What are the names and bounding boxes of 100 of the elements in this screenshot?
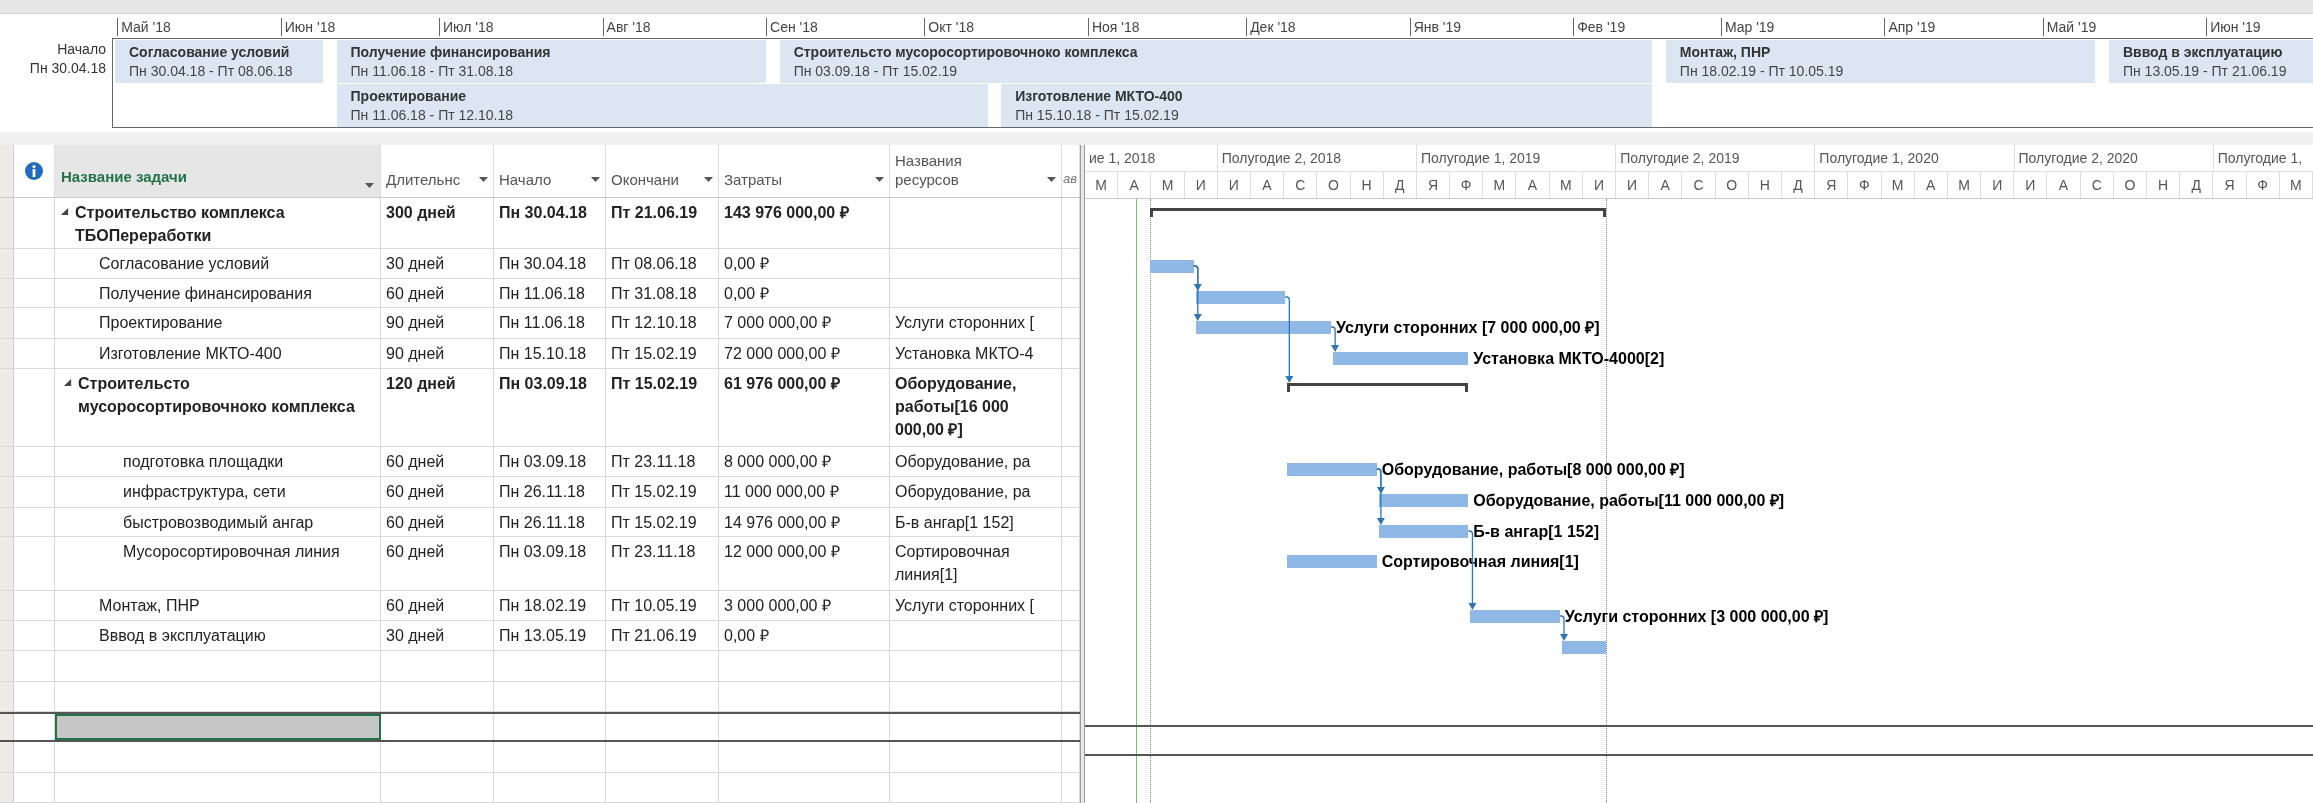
task-name[interactable]: Монтаж, ПНР — [99, 593, 200, 617]
dropdown-icon[interactable] — [1047, 176, 1056, 183]
month-label: Н — [1748, 171, 1782, 198]
month-label: А — [1118, 171, 1152, 198]
table-cell: Б-в ангар[1 152] — [890, 507, 1062, 536]
dropdown-icon[interactable] — [479, 176, 488, 183]
table-cell: Пн 03.09.18 — [494, 368, 606, 447]
month-label: О — [1317, 171, 1351, 198]
task-name[interactable]: Вввод в эксплуатацию — [99, 624, 266, 648]
table-row[interactable]: Монтаж, ПНР 60 дней Пн 18.02.19 Пт 10.05.19 3 000 000,00 ₽ Услуги сторонних [ — [0, 590, 1080, 622]
timeline-bar-title: Изготовление МКТО-400 — [1015, 86, 1184, 106]
task-name[interactable]: Строительсто мусоросортировочноко комплекса — [78, 371, 376, 418]
task-name[interactable]: Мусоросортировочная линия — [123, 540, 340, 563]
table-cell: Услуги сторонних [ — [890, 590, 1062, 621]
table-cell: Пн 18.02.19 — [494, 590, 606, 621]
column-header[interactable]: Начало — [494, 145, 606, 197]
table-cell: 7 000 000,00 ₽ — [719, 308, 890, 338]
table-cell: 61 976 000,00 ₽ — [719, 368, 890, 447]
task-name[interactable]: подготовка площадки — [123, 450, 284, 474]
table-cell: Пн 26.11.18 — [494, 477, 606, 507]
table-row[interactable]: Вввод в эксплуатацию 30 дней Пн 13.05.19 Пт 21.06.19 0,00 ₽ — [0, 621, 1080, 652]
dropdown-icon[interactable] — [365, 182, 374, 189]
month-label: И — [2014, 171, 2048, 198]
task-name[interactable]: Проектирование — [99, 311, 223, 335]
half-year-label: Полугодие 2, 2018 — [1217, 145, 1417, 171]
column-header[interactable]: Названия ресурсов — [890, 145, 1062, 197]
table-cell: 90 дней — [381, 308, 494, 338]
bar-label: Оборудование, работы[8 000 000,00 ₽] — [1381, 460, 1685, 480]
half-year-label: Полугодие 2, 2020 — [2014, 145, 2214, 171]
summary-bar[interactable] — [1150, 208, 1606, 217]
month-label: Д — [1383, 171, 1417, 198]
table-row[interactable]: подготовка площадки 60 дней Пн 03.09.18 Пт 23.11.18 8 000 000,00 ₽ Оборудование, ра — [0, 447, 1080, 478]
half-year-label: Полугодие 1, 2020 — [1815, 145, 2015, 171]
table-cell: 90 дней — [381, 338, 494, 368]
table-cell: Пн 15.10.18 — [494, 338, 606, 368]
task-name[interactable]: инфраструктура, сети — [123, 480, 286, 504]
task-bar[interactable] — [1195, 291, 1286, 304]
table-cell: Установка МКТО-4 — [890, 338, 1062, 368]
month-label: О — [1715, 171, 1749, 198]
dropdown-icon[interactable] — [591, 176, 600, 183]
timeline-bar-title: Строительсто мусоросортировочноко комплекса — [793, 42, 1139, 62]
task-name[interactable]: Согласование условий — [99, 251, 270, 275]
table-row[interactable]: Получение финансирования 60 дней Пн 11.06.18 Пт 31.08.18 0,00 ₽ — [0, 278, 1080, 309]
timeline-bar[interactable]: Вввод в эксплуатацию Пн 13.05.19 - Пт 21.06.19 — [2108, 40, 2313, 83]
table-cell: Оборудование, ра — [890, 447, 1062, 477]
column-header[interactable]: Длительнс — [381, 145, 494, 197]
table-row[interactable]: Проектирование 90 дней Пн 11.06.18 Пт 12.10.18 7 000 000,00 ₽ Услуги сторонних [ — [0, 308, 1080, 339]
table-cell: 30 дней — [381, 621, 494, 651]
table-row[interactable]: Изготовление МКТО-400 90 дней Пн 15.10.18 Пт 15.02.19 72 000 000,00 ₽ Установка МКТО-4 — [0, 338, 1080, 369]
timeline-bar[interactable]: Проектирование Пн 11.06.18 - Пт 12.10.18 — [336, 84, 988, 127]
timeline-bar[interactable]: Получение финансирования Пн 11.06.18 - Пт 31.08.18 — [336, 40, 767, 83]
task-name[interactable]: быстровозводимый ангар — [123, 510, 314, 534]
timeline-bar-title: Получение финансирования — [350, 42, 552, 62]
task-bar[interactable] — [1378, 494, 1469, 507]
timeline-bar-title: Монтаж, ПНР — [1679, 42, 1772, 62]
month-label: Июн '19 — [2206, 18, 2261, 36]
table-cell: 300 дней — [381, 197, 494, 248]
table-row[interactable] — [0, 712, 1080, 743]
timeline-bar[interactable]: Изготовление МКТО-400 Пн 15.10.18 - Пт 15.02.19 — [1001, 84, 1653, 127]
table-cell: Пт 31.08.18 — [606, 278, 719, 308]
table-cell: Пт 15.02.19 — [606, 368, 719, 447]
row-header[interactable] — [0, 714, 14, 741]
table-row[interactable]: Строительсто мусоросортировочноко комплекса 120 дней Пн 03.09.18 Пт 15.02.19 61 976 000,00 ₽ Оборудование, работы[16 000 000,00 ₽] — [0, 368, 1080, 448]
summary-bar[interactable] — [1287, 383, 1469, 392]
timeline-bar[interactable]: Монтаж, ПНР Пн 18.02.19 - Пт 10.05.19 — [1665, 40, 2096, 83]
timeline-bar-title: Вввод в эксплуатацию — [2122, 42, 2284, 62]
table-cell: Сортировочная линия[1] — [890, 537, 1062, 590]
collapse-icon[interactable] — [63, 377, 72, 387]
table-cell: Пт 15.02.19 — [606, 338, 719, 368]
timeline-bar-dates: Пн 18.02.19 - Пт 10.05.19 — [1679, 61, 1845, 81]
bar-label: Услуги сторонних [3 000 000,00 ₽] — [1564, 607, 1829, 627]
table-cell: Пн 11.06.18 — [494, 278, 606, 308]
table-row[interactable]: Мусоросортировочная линия 60 дней Пн 03.09.18 Пт 23.11.18 12 000 000,00 ₽ Сортировочная линия[1] — [0, 537, 1080, 591]
dropdown-icon[interactable] — [704, 176, 713, 183]
task-name[interactable]: Получение финансирования — [99, 281, 312, 305]
column-header[interactable]: Окончани — [606, 145, 719, 197]
table-row[interactable]: инфраструктура, сети 60 дней Пн 26.11.18 Пт 15.02.19 11 000 000,00 ₽ Оборудование, ра — [0, 477, 1080, 508]
month-label: Июл '18 — [439, 18, 494, 36]
bar-label: Оборудование, работы[11 000 000,00 ₽] — [1473, 491, 1785, 511]
task-bar[interactable] — [1378, 525, 1469, 538]
month-label: И — [1981, 171, 2015, 198]
table-row[interactable]: Строительство комплекса ТБОПереработки 300 дней Пн 30.04.18 Пт 21.06.19 143 976 000,00 ₽ — [0, 197, 1080, 249]
task-name[interactable]: Изготовление МКТО-400 — [99, 341, 282, 365]
task-name[interactable]: Строительство комплекса ТБОПереработки — [75, 200, 376, 247]
column-header[interactable]: Название задачи — [55, 145, 381, 197]
dropdown-icon[interactable] — [875, 176, 884, 183]
timeline-bar[interactable]: Строительсто мусоросортировочноко комплекса Пн 03.09.18 - Пт 15.02.19 — [779, 40, 1653, 83]
month-label: Дек '18 — [1246, 18, 1296, 36]
month-label: О — [2113, 171, 2147, 198]
splitter[interactable] — [1080, 145, 1085, 803]
table-row[interactable]: Согласование условий 30 дней Пн 30.04.18 Пт 08.06.18 0,00 ₽ — [0, 248, 1080, 279]
month-label: Авг '18 — [602, 18, 651, 36]
half-year-label: Полугодие 2, 2019 — [1616, 145, 1816, 171]
table-cell[interactable] — [55, 714, 381, 741]
table-row[interactable]: быстровозводимый ангар 60 дней Пн 26.11.18 Пт 15.02.19 14 976 000,00 ₽ Б-в ангар[1 152] — [0, 507, 1080, 537]
timeline-bar[interactable]: Согласование условий Пн 30.04.18 - Пт 08.06.18 — [115, 40, 323, 83]
month-label: Ф — [1450, 171, 1484, 198]
column-header[interactable]: Затраты — [719, 145, 890, 197]
collapse-icon[interactable] — [60, 206, 69, 216]
table-cell: Пн 30.04.18 — [494, 197, 606, 248]
